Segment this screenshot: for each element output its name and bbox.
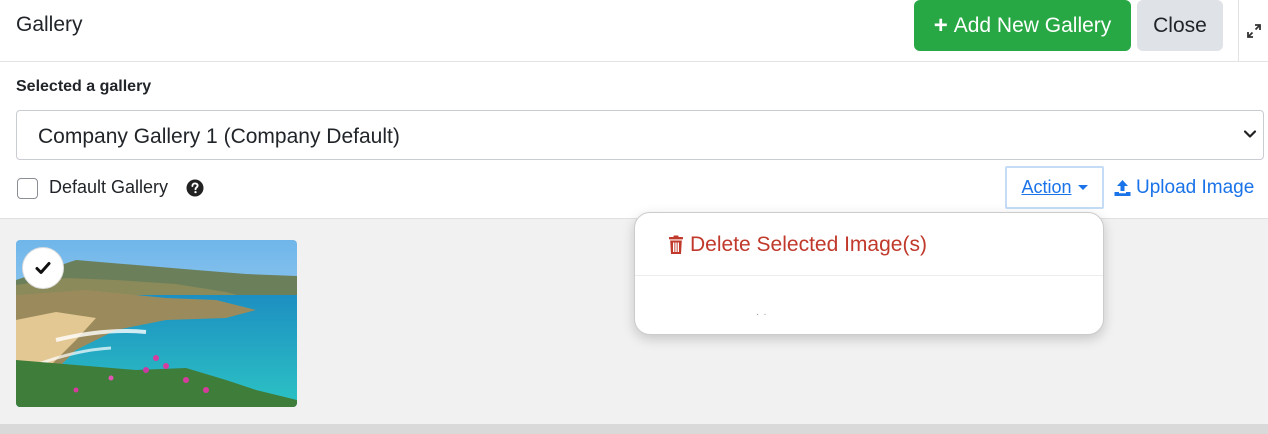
gallery-select-label: Selected a gallery [16,78,152,95]
chevron-down-icon [1243,130,1257,138]
action-label: Action [1021,177,1072,197]
delete-selected-images-label: Delete Selected Image(s) [690,233,927,256]
upload-image-label: Upload Image [1136,177,1255,198]
default-gallery-label: Default Gallery [49,177,169,197]
expand-icon [1246,24,1261,38]
scroll-area-edge [0,424,1268,434]
check-icon [35,262,51,274]
action-dropdown-button[interactable]: Action [1005,166,1104,209]
upload-image-button[interactable]: Upload Image [1113,177,1254,199]
image-selected-checkmark[interactable] [22,247,64,289]
caret-down-icon [1077,185,1088,190]
gallery-select-value: Company Gallery 1 (Company Default) [38,125,400,148]
menu-divider [635,275,1103,276]
menu-loading-dots: ·· [756,309,771,320]
plus-icon: + [933,11,948,39]
page-title: Gallery [16,13,83,36]
question-circle-icon[interactable] [186,179,204,197]
close-button[interactable]: Close [1137,0,1223,51]
upload-icon [1114,180,1131,196]
expand-button[interactable] [1238,0,1268,62]
gallery-dialog: Gallery + Add New Gallery Close Selected… [0,0,1268,434]
action-dropdown-menu: Delete Selected Image(s) [634,212,1104,335]
gallery-select[interactable]: Company Gallery 1 (Company Default) [16,110,1264,160]
default-gallery-checkbox[interactable] [17,178,38,199]
trash-icon [669,235,683,254]
dialog-header: Gallery + Add New Gallery Close [0,0,1268,62]
add-new-gallery-button[interactable]: + Add New Gallery [914,0,1131,51]
delete-selected-images-item[interactable]: Delete Selected Image(s) [667,233,927,257]
add-new-gallery-label: Add New Gallery [953,13,1112,37]
